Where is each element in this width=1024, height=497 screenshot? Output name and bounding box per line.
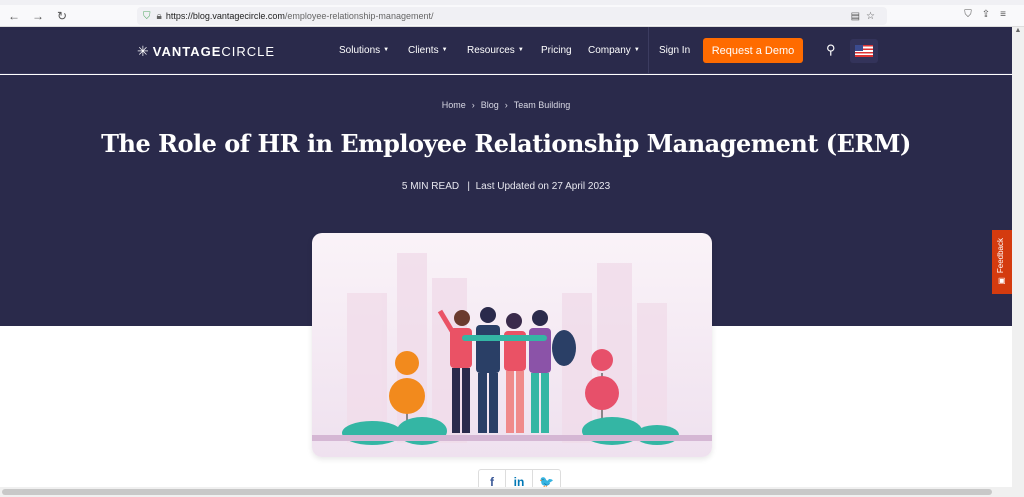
nav-label: Clients bbox=[408, 45, 439, 56]
read-time: 5 MIN READ bbox=[401, 181, 460, 192]
nav-resources[interactable]: Resources ▼ bbox=[467, 45, 524, 56]
nav-clients[interactable]: Clients ▼ bbox=[408, 45, 448, 56]
breadcrumb: Home › Blog › Team Building bbox=[0, 100, 1012, 110]
vertical-scrollbar[interactable]: ▲ bbox=[1012, 27, 1024, 487]
sign-in-link[interactable]: Sign In bbox=[659, 45, 690, 56]
toolbar-icons[interactable]: ⛉⇪≡ bbox=[964, 9, 1016, 20]
article-meta: 5 MIN READ | Last Updated on 27 April 20… bbox=[401, 181, 611, 192]
address-bar[interactable]: ⛉ 🔒︎ https://blog.vantagecircle.com/empl… bbox=[137, 7, 887, 25]
shield-icon: ⛉ bbox=[143, 10, 151, 22]
last-updated: Last Updated on 27 April 2023 bbox=[475, 181, 611, 192]
logo[interactable]: ✳ VANTAGECIRCLE bbox=[137, 43, 275, 60]
featured-image bbox=[312, 233, 712, 457]
chevron-down-icon: ▼ bbox=[517, 47, 524, 54]
nav-solutions[interactable]: Solutions ▼ bbox=[339, 45, 389, 56]
breadcrumb-blog[interactable]: Blog bbox=[481, 100, 499, 110]
nav-label: Resources bbox=[467, 45, 515, 56]
scroll-up-icon[interactable]: ▲ bbox=[1015, 27, 1022, 34]
lock-icon: 🔒︎ bbox=[156, 10, 162, 22]
nav-pricing[interactable]: Pricing bbox=[541, 45, 572, 56]
horizontal-scrollbar[interactable] bbox=[0, 487, 1024, 497]
nav-company[interactable]: Company ▼ bbox=[588, 45, 640, 56]
forward-icon[interactable]: → bbox=[28, 9, 48, 23]
logo-star-icon: ✳ bbox=[137, 43, 150, 59]
nav-label: Company bbox=[588, 45, 631, 56]
chevron-right-icon: › bbox=[471, 100, 475, 110]
breadcrumb-team-building[interactable]: Team Building bbox=[514, 100, 571, 110]
site-header: ✳ VANTAGECIRCLE Solutions ▼ Clients ▼ Resou… bbox=[0, 27, 1012, 74]
feedback-icon: ▣ bbox=[998, 276, 1006, 285]
chevron-down-icon: ▼ bbox=[383, 47, 390, 54]
scroll-thumb[interactable] bbox=[2, 489, 992, 495]
reader-bookmark-icons[interactable]: ▤☆ bbox=[851, 11, 881, 22]
nav-label: Solutions bbox=[339, 45, 381, 56]
page-title: The Role of HR in Employee Relationship … bbox=[101, 129, 911, 158]
back-icon[interactable]: ← bbox=[4, 9, 24, 23]
request-demo-button[interactable]: Request a Demo bbox=[703, 38, 803, 63]
logo-light: CIRCLE bbox=[221, 44, 276, 59]
feedback-label: Feedback bbox=[996, 238, 1005, 274]
chevron-down-icon: ▼ bbox=[441, 47, 448, 54]
browser-toolbar: ← → ↻ ⛉ 🔒︎ https://blog.vantagecircle.co… bbox=[0, 5, 1024, 27]
url-path: /employee-relationship-management/ bbox=[284, 11, 434, 21]
search-icon[interactable]: ⚲ bbox=[826, 42, 836, 58]
breadcrumb-home[interactable]: Home bbox=[442, 100, 466, 110]
reload-icon[interactable]: ↻ bbox=[52, 9, 72, 23]
url-host: https://blog.vantagecircle.com bbox=[165, 11, 285, 21]
feedback-tab[interactable]: Feedback ▣ bbox=[992, 230, 1014, 294]
us-flag-icon[interactable] bbox=[850, 39, 878, 63]
chevron-down-icon: ▼ bbox=[633, 47, 640, 54]
chevron-right-icon: › bbox=[504, 100, 508, 110]
nav-divider bbox=[648, 27, 649, 74]
logo-bold: VANTAGE bbox=[152, 44, 222, 59]
